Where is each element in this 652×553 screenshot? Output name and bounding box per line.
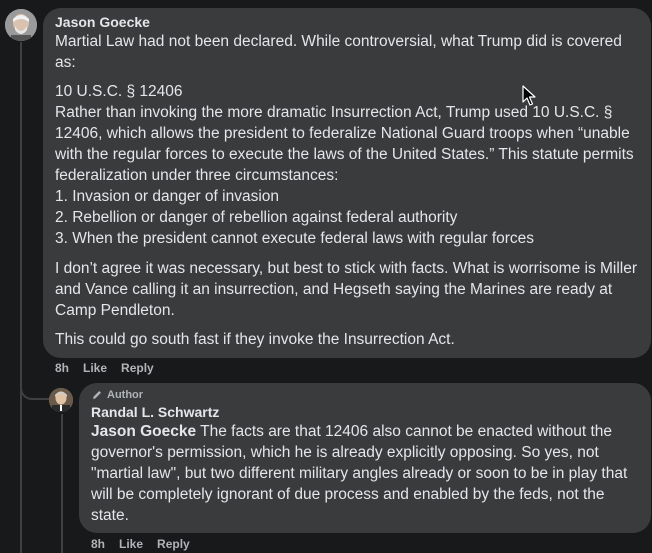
comment-timestamp[interactable]: 8h — [55, 361, 69, 375]
pencil-icon — [93, 391, 101, 399]
avatar-randal-schwartz[interactable] — [49, 388, 73, 412]
comment-paragraph: I don’t agree it was necessary, but best… — [55, 260, 638, 319]
comment-author[interactable]: Jason Goecke — [55, 14, 639, 30]
reply-bubble: Author Randal L. Schwartz Jason Goecke T… — [79, 383, 651, 533]
author-badge: Author — [91, 389, 639, 401]
reply-actions: 8h Like Reply — [91, 537, 190, 551]
reply-reply-button[interactable]: Reply — [157, 537, 190, 551]
comment-paragraph: Martial Law had not been declared. While… — [55, 33, 622, 71]
reply-timestamp[interactable]: 8h — [91, 537, 105, 551]
comment-bubble: Jason Goecke Martial Law had not been de… — [43, 8, 651, 358]
reply-author[interactable]: Randal L. Schwartz — [91, 404, 639, 420]
thread-line-main — [20, 42, 22, 553]
reply-button[interactable]: Reply — [121, 361, 154, 375]
avatar-jason-goecke[interactable] — [5, 9, 37, 41]
comment-paragraph: This could go south fast if they invoke … — [55, 331, 455, 348]
reply-like-button[interactable]: Like — [119, 537, 143, 551]
reply-body: Jason Goecke The facts are that 12406 al… — [91, 421, 639, 526]
comment-list-item: 2. Rebellion or danger of rebellion agai… — [55, 209, 458, 226]
comment-paragraph: Rather than invoking the more dramatic I… — [55, 104, 634, 184]
mention-link[interactable]: Jason Goecke — [91, 423, 196, 440]
author-badge-label: Author — [107, 389, 144, 401]
comment-actions: 8h Like Reply — [55, 361, 154, 375]
thread-line-reply — [61, 414, 63, 553]
comment-list-item: 3. When the president cannot execute fed… — [55, 230, 535, 247]
like-button[interactable]: Like — [83, 361, 107, 375]
mouse-cursor-icon — [522, 85, 536, 106]
comment-list-item: 1. Invasion or danger of invasion — [55, 188, 280, 205]
comment-body: Martial Law had not been declared. While… — [55, 31, 639, 350]
thread-line-branch — [20, 376, 50, 400]
comment-paragraph: 10 U.S.C. § 12406 — [55, 83, 183, 100]
